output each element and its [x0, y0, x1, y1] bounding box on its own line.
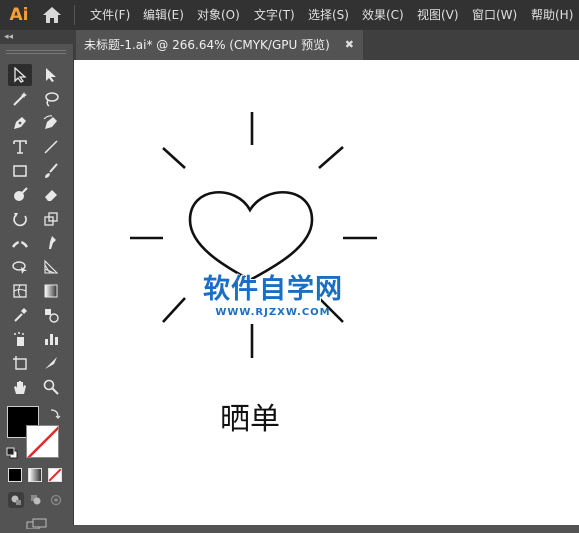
blend-tool-icon[interactable] [39, 304, 63, 326]
screen-mode-icon[interactable] [26, 514, 48, 530]
menu-select[interactable]: 选择(S) [308, 0, 349, 30]
symbol-sprayer-tool-icon[interactable] [8, 328, 32, 350]
direct-selection-tool-icon[interactable] [39, 64, 63, 86]
canvas-caption-text[interactable]: 晒单 [220, 394, 280, 438]
menu-bar: Ai 文件(F) 编辑(E) 对象(O) 文字(T) 选择(S) 效果(C) 视… [0, 0, 579, 30]
menu-object[interactable]: 对象(O) [197, 0, 240, 30]
draw-behind-icon[interactable] [28, 492, 44, 508]
default-fill-stroke-icon[interactable] [6, 444, 18, 459]
gradient-mode-button[interactable] [28, 468, 42, 482]
heart-shape [188, 190, 314, 282]
artboard-canvas[interactable]: 软件自学网 WWW.RJZXW.COM 晒单 [74, 60, 579, 525]
none-mode-button[interactable] [48, 468, 62, 482]
shaper-tool-icon[interactable] [8, 184, 32, 206]
menu-effect[interactable]: 效果(C) [362, 0, 404, 30]
magic-wand-tool-icon[interactable] [8, 88, 32, 110]
gradient-tool-icon[interactable] [39, 280, 63, 302]
menu-divider [74, 5, 75, 25]
document-tab-bar: 未标题-1.ai* @ 266.64% (CMYK/GPU 预览) ✖ [74, 30, 579, 60]
watermark: 软件自学网 WWW.RJZXW.COM [198, 274, 348, 320]
eyedropper-tool-icon[interactable] [8, 304, 32, 326]
menu-help[interactable]: 帮助(H) [531, 0, 573, 30]
pen-tool-icon[interactable] [8, 112, 32, 134]
sun-ray-top-left [162, 147, 186, 169]
document-tab[interactable]: 未标题-1.ai* @ 266.64% (CMYK/GPU 预览) ✖ [76, 30, 363, 60]
curvature-tool-icon[interactable] [39, 112, 63, 134]
line-segment-tool-icon[interactable] [39, 136, 63, 158]
collapse-icon[interactable]: ◂◂ [4, 30, 13, 44]
swap-fill-stroke-icon[interactable] [49, 404, 61, 419]
sun-ray-top-right [318, 146, 344, 169]
tools-panel: ◂◂ [0, 30, 74, 530]
document-tab-title: 未标题-1.ai* @ 266.64% (CMYK/GPU 预览) [84, 38, 330, 52]
watermark-url: WWW.RJZXW.COM [215, 307, 331, 318]
menu-edit[interactable]: 编辑(E) [143, 0, 184, 30]
paintbrush-tool-icon[interactable] [39, 160, 63, 182]
sun-ray-bottom-left [162, 297, 186, 323]
type-tool-icon[interactable] [8, 136, 32, 158]
hand-tool-icon[interactable] [8, 376, 32, 398]
slice-tool-icon[interactable] [39, 352, 63, 374]
stroke-swatch[interactable] [26, 425, 59, 458]
draw-inside-icon[interactable] [48, 492, 64, 508]
menu-type[interactable]: 文字(T) [254, 0, 295, 30]
eraser-tool-icon[interactable] [39, 184, 63, 206]
home-icon[interactable] [42, 6, 62, 24]
mesh-tool-icon[interactable] [8, 280, 32, 302]
perspective-grid-tool-icon[interactable] [39, 256, 63, 278]
draw-normal-icon[interactable] [8, 492, 24, 508]
width-tool-icon[interactable] [8, 232, 32, 254]
zoom-tool-icon[interactable] [39, 376, 63, 398]
panel-grip[interactable] [6, 50, 66, 54]
color-mode-button[interactable] [8, 468, 22, 482]
selection-tool-icon[interactable] [8, 64, 32, 86]
panel-header: ◂◂ [0, 30, 74, 44]
scale-tool-icon[interactable] [39, 208, 63, 230]
column-graph-tool-icon[interactable] [39, 328, 63, 350]
lasso-tool-icon[interactable] [39, 88, 63, 110]
menu-window[interactable]: 窗口(W) [472, 0, 517, 30]
app-logo: Ai [9, 5, 29, 25]
rectangle-tool-icon[interactable] [8, 160, 32, 182]
menu-view[interactable]: 视图(V) [417, 0, 459, 30]
shape-builder-tool-icon[interactable] [8, 256, 32, 278]
watermark-title: 软件自学网 [203, 274, 343, 305]
puppet-warp-tool-icon[interactable] [39, 232, 63, 254]
artboard-tool-icon[interactable] [8, 352, 32, 374]
rotate-tool-icon[interactable] [8, 208, 32, 230]
menu-file[interactable]: 文件(F) [90, 0, 130, 30]
close-icon[interactable]: ✖ [345, 30, 354, 60]
